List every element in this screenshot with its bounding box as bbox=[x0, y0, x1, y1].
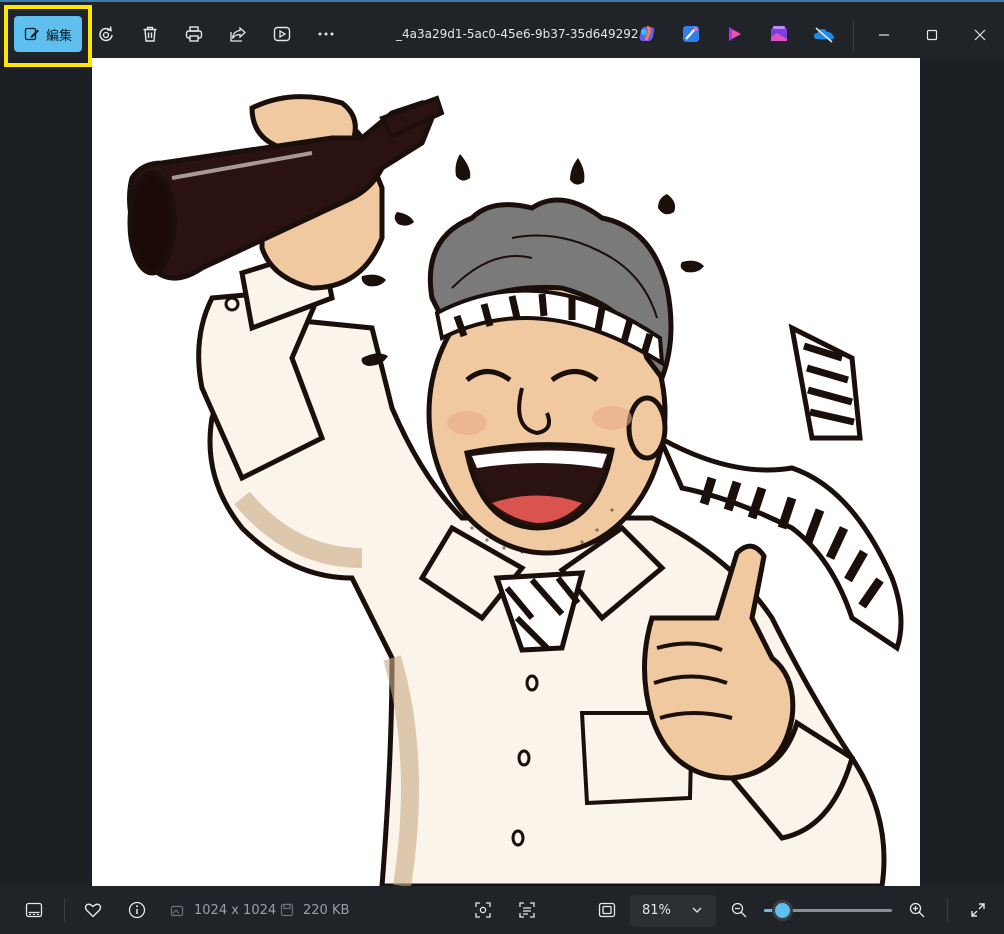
chevron-down-icon bbox=[692, 906, 702, 914]
slideshow-icon bbox=[273, 25, 291, 43]
file-size-icon bbox=[280, 903, 294, 917]
zoom-out-button[interactable] bbox=[728, 900, 750, 920]
fullscreen-icon bbox=[970, 902, 986, 918]
more-icon bbox=[317, 25, 335, 43]
text-scan-icon bbox=[518, 901, 536, 919]
more-button[interactable] bbox=[310, 18, 342, 50]
maximize-button[interactable] bbox=[917, 20, 947, 50]
filmstrip-icon bbox=[25, 902, 43, 918]
file-name: _4a3a29d1-5ac0-45e6-9b37-35d649292... bbox=[396, 27, 650, 41]
visual-search-icon bbox=[474, 901, 492, 919]
designer-icon[interactable] bbox=[681, 24, 701, 44]
info-icon bbox=[128, 901, 146, 919]
edit-highlight-box bbox=[4, 5, 92, 67]
close-icon bbox=[974, 29, 986, 41]
zoom-value: 81% bbox=[642, 903, 671, 918]
dimensions-icon bbox=[170, 903, 184, 917]
zoom-in-icon bbox=[909, 902, 925, 918]
top-toolbar: 編集 _4a3a29d1-5ac0-45e6-9b37-35d649292... bbox=[0, 2, 1004, 67]
minimize-icon bbox=[878, 29, 890, 41]
fit-to-window-button[interactable] bbox=[594, 899, 620, 921]
minimize-button[interactable] bbox=[869, 20, 899, 50]
rotate-icon bbox=[97, 25, 115, 43]
fullscreen-button[interactable] bbox=[966, 899, 990, 921]
print-button[interactable] bbox=[178, 18, 210, 50]
heart-icon bbox=[84, 902, 102, 918]
zoom-dropdown[interactable]: 81% bbox=[630, 895, 716, 927]
close-button[interactable] bbox=[965, 20, 995, 50]
photos-editor-icon[interactable] bbox=[769, 24, 789, 44]
fit-window-icon bbox=[598, 902, 616, 918]
delete-button[interactable] bbox=[134, 18, 166, 50]
print-icon bbox=[185, 25, 203, 43]
visual-search-button[interactable] bbox=[470, 899, 496, 921]
image-dimensions: 1024 x 1024 bbox=[194, 903, 277, 918]
cartoon-illustration bbox=[127, 94, 904, 886]
status-separator-right bbox=[947, 898, 948, 922]
toolbar-separator bbox=[853, 20, 854, 52]
filmstrip-button[interactable] bbox=[20, 900, 48, 920]
maximize-icon bbox=[926, 29, 938, 41]
zoom-slider-thumb[interactable] bbox=[775, 903, 790, 918]
status-separator bbox=[64, 898, 65, 922]
file-size: 220 KB bbox=[303, 903, 350, 918]
copilot-icon[interactable] bbox=[637, 24, 657, 44]
share-button[interactable] bbox=[222, 18, 254, 50]
onedrive-icon[interactable] bbox=[813, 24, 835, 44]
status-bar: 1024 x 1024 220 KB 81% bbox=[0, 886, 1004, 934]
rotate-button[interactable] bbox=[90, 18, 122, 50]
info-button[interactable] bbox=[124, 900, 150, 920]
share-icon bbox=[229, 25, 247, 43]
zoom-out-icon bbox=[731, 902, 747, 918]
clipchamp-icon[interactable] bbox=[725, 24, 745, 44]
text-scan-button[interactable] bbox=[514, 899, 540, 921]
slideshow-button[interactable] bbox=[266, 18, 298, 50]
favorite-button[interactable] bbox=[80, 900, 106, 920]
zoom-in-button[interactable] bbox=[906, 900, 928, 920]
image-canvas[interactable] bbox=[92, 58, 920, 886]
delete-icon bbox=[141, 25, 159, 43]
